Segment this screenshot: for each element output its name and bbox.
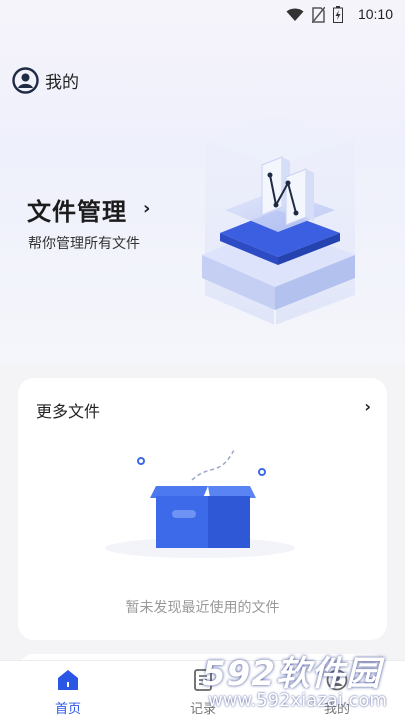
- watermark-logo: 592软件园: [202, 654, 381, 694]
- wifi-icon: [286, 8, 304, 21]
- empty-state-text: 暂未发现最近使用的文件: [125, 600, 280, 616]
- hero-banner[interactable]: 我的 文件管理 › 帮你管理所有文件: [0, 0, 405, 365]
- chevron-right-icon[interactable]: ›: [143, 198, 150, 219]
- status-bar: 10:10: [0, 0, 405, 30]
- status-time: 10:10: [357, 6, 393, 22]
- page-subtitle: 帮你管理所有文件: [28, 236, 140, 252]
- user-avatar-icon: [12, 67, 39, 94]
- watermark-url: www.592xiazai.com: [208, 690, 387, 711]
- page-title[interactable]: 文件管理: [27, 192, 127, 227]
- site-watermark: 592软件园 www.592xiazai.com: [196, 646, 405, 720]
- tab-home[interactable]: 首页: [28, 669, 108, 717]
- tab-home-label: 首页: [54, 702, 81, 717]
- chevron-right-icon[interactable]: ›: [364, 397, 371, 416]
- profile-label: 我的: [45, 73, 79, 93]
- recent-files-title[interactable]: 更多文件: [36, 398, 100, 422]
- profile-entry[interactable]: 我的: [12, 67, 79, 94]
- home-icon: [58, 670, 78, 690]
- no-sim-icon: [312, 6, 325, 23]
- battery-icon: [333, 6, 343, 23]
- recent-files-card: 更多文件 › 暂未发现最近使用的文件: [18, 378, 387, 640]
- empty-box-illustration: [105, 447, 295, 558]
- file-manager-illustration: [202, 115, 355, 325]
